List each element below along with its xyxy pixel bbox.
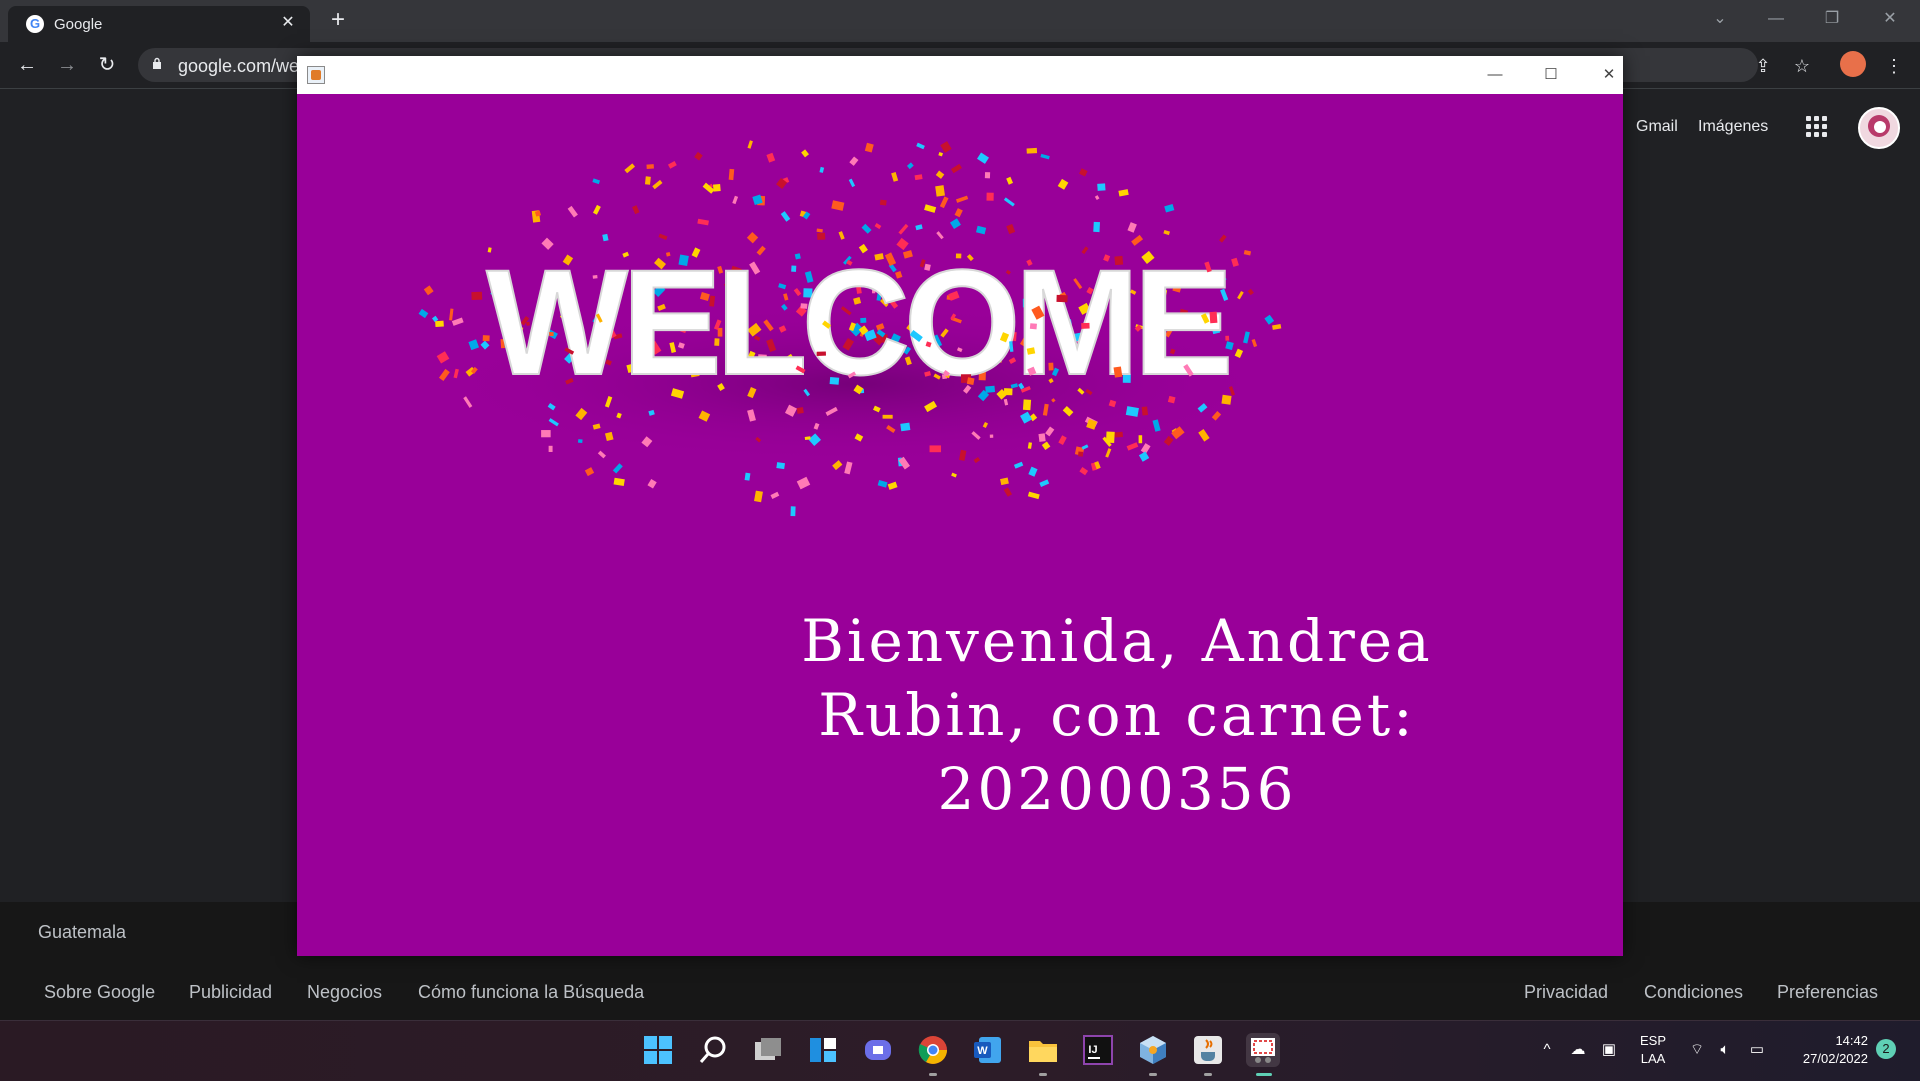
clock-time: 14:42 — [1835, 1033, 1868, 1048]
clock-date: 27/02/2022 — [1802, 1051, 1868, 1066]
footer-link-business[interactable]: Negocios — [307, 982, 382, 1003]
tab-search-icon[interactable]: ⌄ — [1700, 6, 1740, 32]
chrome-running-indicator — [929, 1073, 937, 1076]
url-text: google.com/we — [178, 56, 300, 76]
reload-icon[interactable]: ↻ — [94, 52, 120, 78]
clock[interactable]: 14:42 27/02/2022 — [1788, 1033, 1868, 1066]
dialog-content-panel: WELCOME Bienvenida, Andrea Rubin, con ca… — [297, 94, 1623, 956]
widgets-icon[interactable] — [806, 1033, 840, 1067]
teams-chat-icon[interactable] — [861, 1033, 895, 1067]
country-label: Guatemala — [38, 922, 127, 942]
gmail-link[interactable]: Gmail — [1636, 118, 1678, 136]
message-line-1: Bienvenida, Andrea — [801, 607, 1433, 675]
footer-links-bar: Sobre Google Publicidad Negocios Cómo fu… — [0, 962, 1920, 1020]
lock-icon — [153, 57, 161, 69]
menu-icon[interactable]: ⋮ — [1882, 54, 1906, 78]
start-icon[interactable] — [641, 1033, 675, 1067]
message-line-3: 202000356 — [937, 755, 1297, 823]
browser-tab[interactable]: G Google ✕ — [8, 6, 310, 42]
intellij-icon[interactable]: IJ — [1081, 1033, 1115, 1067]
language-code: ESP — [1640, 1033, 1667, 1048]
svg-text:IJ: IJ — [1088, 1044, 1097, 1056]
antivirus-icon[interactable]: ▣ — [1600, 1041, 1618, 1059]
battery-icon[interactable]: ▭ — [1748, 1041, 1766, 1059]
footer-link-how-search-works[interactable]: Cómo funciona la Búsqueda — [418, 982, 644, 1003]
footer-link-settings[interactable]: Preferencias — [1777, 982, 1878, 1003]
java-running-indicator — [1204, 1073, 1212, 1076]
java-icon[interactable] — [1191, 1033, 1225, 1067]
keyboard-layout: LAA — [1640, 1051, 1666, 1066]
notification-count-badge[interactable]: 2 — [1876, 1039, 1896, 1059]
profile-avatar-icon[interactable] — [1840, 51, 1866, 77]
share-icon[interactable]: ⇪ — [1751, 54, 1775, 78]
tab-title: Google — [54, 16, 103, 33]
svg-text:W: W — [977, 1045, 988, 1057]
word-icon[interactable]: W — [971, 1033, 1005, 1067]
footer-link-about[interactable]: Sobre Google — [44, 982, 155, 1003]
footer-link-advertising[interactable]: Publicidad — [189, 982, 272, 1003]
bookmark-star-icon[interactable]: ☆ — [1790, 54, 1814, 78]
app-cube-icon[interactable] — [1136, 1033, 1170, 1067]
show-hidden-icons-icon[interactable]: ^ — [1538, 1041, 1556, 1059]
welcome-dialog-window: — ☐ ✕ WELCOME Bienvenida, Andrea Rubin, … — [297, 56, 1623, 956]
welcome-image-text: WELCOME — [486, 238, 1228, 406]
message-line-2: Rubin, con carnet: — [818, 681, 1416, 749]
footer-link-terms[interactable]: Condiciones — [1644, 982, 1743, 1003]
welcome-message: Bienvenida, Andrea Rubin, con carnet: 20… — [767, 604, 1467, 826]
search-icon[interactable] — [696, 1033, 730, 1067]
back-icon[interactable]: ← — [14, 52, 40, 78]
dialog-minimize-icon[interactable]: — — [1475, 62, 1515, 88]
tab-strip: G Google ✕ + ⌄ — ❐ ✕ — [0, 0, 1920, 42]
snipping-active-indicator — [1256, 1073, 1272, 1076]
onedrive-icon[interactable]: ☁ — [1569, 1041, 1587, 1059]
account-avatar[interactable] — [1858, 107, 1900, 149]
welcome-banner-image: WELCOME — [418, 140, 1282, 517]
cube-running-indicator — [1149, 1073, 1157, 1076]
google-apps-icon[interactable] — [1806, 116, 1830, 140]
dialog-maximize-icon[interactable]: ☐ — [1531, 62, 1571, 88]
footer-link-privacy[interactable]: Privacidad — [1524, 982, 1608, 1003]
minimize-icon[interactable]: — — [1756, 6, 1796, 32]
images-link[interactable]: Imágenes — [1698, 118, 1768, 136]
file-explorer-icon[interactable] — [1026, 1033, 1060, 1067]
dialog-close-icon[interactable]: ✕ — [1589, 62, 1629, 88]
close-tab-icon[interactable]: ✕ — [278, 13, 298, 33]
forward-icon[interactable]: → — [54, 52, 80, 78]
new-tab-button[interactable]: + — [326, 8, 350, 32]
volume-icon[interactable]: 🔈︎ — [1716, 1041, 1734, 1059]
explorer-running-indicator — [1039, 1073, 1047, 1076]
restore-icon[interactable]: ❐ — [1812, 6, 1852, 32]
wifi-icon[interactable]: ⌔ — [1688, 1041, 1706, 1059]
snipping-tool-icon[interactable] — [1246, 1033, 1280, 1067]
google-favicon-icon: G — [26, 15, 44, 33]
chrome-icon[interactable] — [916, 1033, 950, 1067]
dialog-title-bar[interactable]: — ☐ ✕ — [297, 56, 1623, 94]
close-window-icon[interactable]: ✕ — [1870, 6, 1910, 32]
language-indicator[interactable]: ESP LAA — [1640, 1033, 1666, 1066]
task-view-icon[interactable] — [751, 1033, 785, 1067]
java-app-icon — [307, 66, 325, 84]
taskbar: W IJ ^ ☁ ▣ ESP LAA ⌔ 🔈︎ ▭ 14:42 27/02/20… — [0, 1020, 1920, 1081]
